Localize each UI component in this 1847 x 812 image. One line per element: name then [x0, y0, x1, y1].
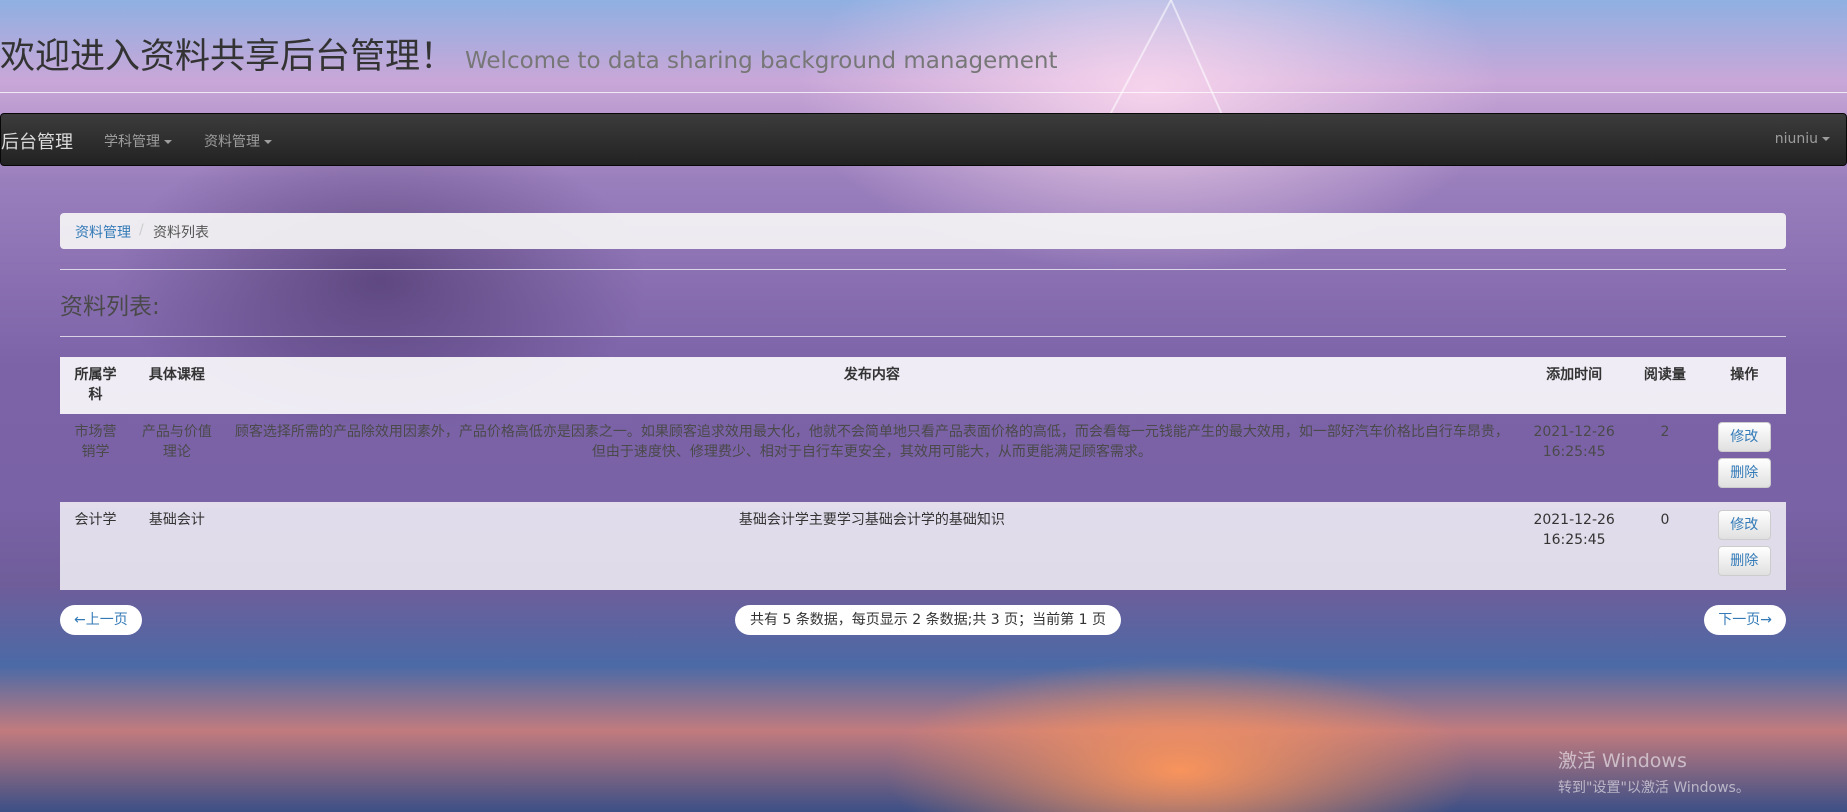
table-row: 市场营销学 产品与价值理论 顾客选择所需的产品除效用因素外，产品价格高低亦是因素… — [60, 414, 1786, 502]
next-page-button[interactable]: 下一页→ — [1704, 605, 1786, 635]
nav-menu-subject-management[interactable]: 学科管理 — [104, 131, 172, 151]
breadcrumb-current: 资料列表 — [153, 225, 209, 241]
breadcrumb-link-material-management[interactable]: 资料管理 — [75, 222, 131, 242]
page-title: 欢迎进入资料共享后台管理！ Welcome to data sharing bac… — [0, 28, 1057, 79]
previous-page-button[interactable]: ←上一页 — [60, 605, 142, 635]
cell-content: 基础会计学主要学习基础会计学的基础知识 — [738, 512, 1005, 528]
breadcrumb: 资料管理 / 资料列表 — [60, 213, 1786, 249]
site-header: 欢迎进入资料共享后台管理！ Welcome to data sharing bac… — [0, 0, 1847, 93]
cell-time: 2021-12-26 16:25:45 — [1533, 512, 1615, 548]
watermark-title: 激活 Windows — [1558, 750, 1687, 772]
column-header-time: 添加时间 — [1546, 367, 1603, 383]
materials-table: 所属学科 具体课程 发布内容 添加时间 阅读量 操作 市场营销学 产品与价值理论… — [60, 357, 1786, 590]
watermark-subtitle: 转到"设置"以激活 Windows。 — [1558, 780, 1750, 796]
breadcrumb-separator: / — [139, 222, 144, 238]
edit-button[interactable]: 修改 — [1717, 422, 1771, 452]
windows-activation-watermark: 激活 Windows 转到"设置"以激活 Windows。 — [1558, 746, 1750, 797]
cell-course: 产品与价值理论 — [141, 424, 212, 460]
user-menu[interactable]: niuniu — [1775, 131, 1830, 147]
caret-down-icon — [1822, 137, 1830, 141]
section-title: 资料列表: — [60, 294, 160, 320]
nav-menu-material-management[interactable]: 资料管理 — [204, 131, 272, 151]
cell-reads: 2 — [1660, 424, 1670, 440]
table-row: 会计学 基础会计 基础会计学主要学习基础会计学的基础知识 2021-12-26 … — [60, 502, 1786, 590]
cell-course: 基础会计 — [148, 512, 205, 528]
divider — [60, 269, 1786, 270]
edit-button[interactable]: 修改 — [1717, 510, 1771, 540]
page-subtitle: Welcome to data sharing background manag… — [465, 48, 1058, 74]
top-navbar: 后台管理 学科管理 资料管理 niuniu — [0, 113, 1847, 166]
nav-menu-label: 资料管理 — [204, 134, 260, 150]
page-title-text: 欢迎进入资料共享后台管理！ — [0, 37, 456, 77]
cell-subject: 会计学 — [74, 512, 117, 528]
column-header-content: 发布内容 — [843, 367, 900, 383]
table-header-row: 所属学科 具体课程 发布内容 添加时间 阅读量 操作 — [60, 357, 1786, 414]
column-header-actions: 操作 — [1730, 367, 1759, 383]
column-header-subject: 所属学科 — [74, 367, 117, 403]
cell-actions: 修改 删除 — [1702, 414, 1786, 502]
navbar-brand[interactable]: 后台管理 — [1, 128, 73, 154]
column-header-reads: 阅读量 — [1643, 367, 1686, 383]
nav-menu-label: 学科管理 — [104, 134, 160, 150]
caret-down-icon — [264, 140, 272, 144]
cell-reads: 0 — [1660, 512, 1670, 528]
column-header-course: 具体课程 — [148, 367, 205, 383]
cell-subject: 市场营销学 — [74, 424, 117, 460]
delete-button[interactable]: 删除 — [1717, 458, 1771, 488]
cell-actions: 修改 删除 — [1702, 502, 1786, 590]
cell-time: 2021-12-26 16:25:45 — [1533, 424, 1615, 460]
caret-down-icon — [164, 140, 172, 144]
divider — [60, 336, 1786, 337]
username: niuniu — [1774, 131, 1818, 147]
pagination-info: 共有 5 条数据，每页显示 2 条数据;共 3 页；当前第 1 页 — [735, 605, 1121, 635]
cell-content: 顾客选择所需的产品除效用因素外，产品价格高低亦是因素之一。如果顾客追求效用最大化… — [234, 424, 1509, 460]
delete-button[interactable]: 删除 — [1717, 546, 1771, 576]
